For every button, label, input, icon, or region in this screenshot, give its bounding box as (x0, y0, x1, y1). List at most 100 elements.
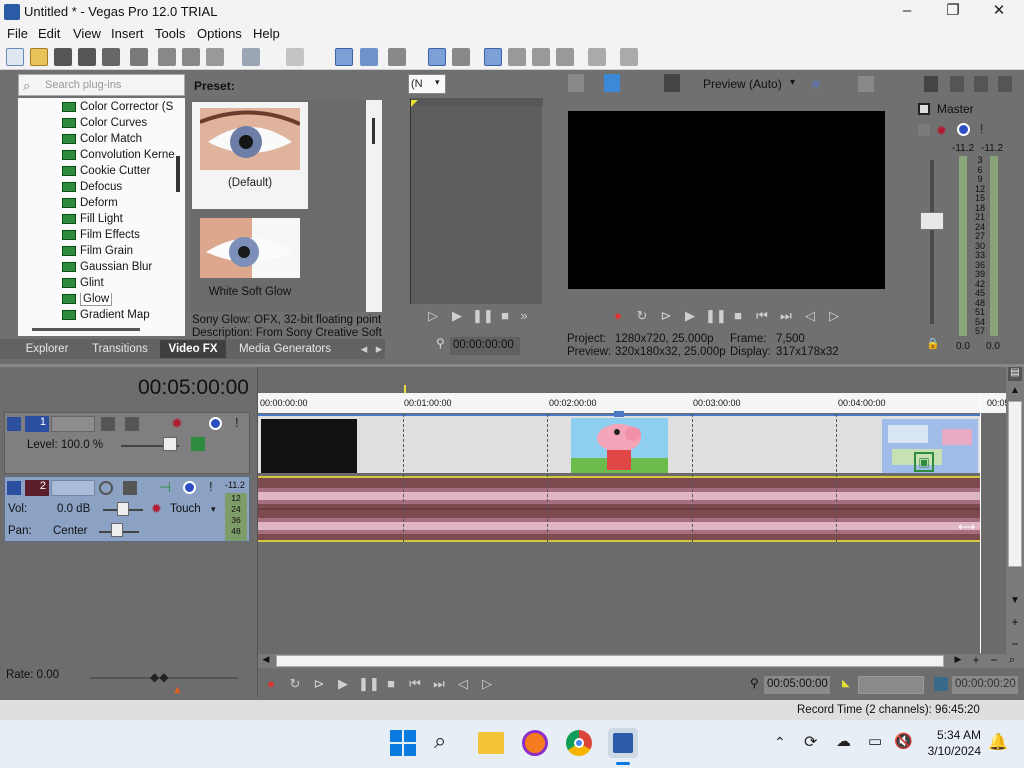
plugin-item[interactable]: Film Grain (62, 245, 178, 261)
record-icon[interactable]: ● (609, 308, 627, 324)
preset-scroll-thumb[interactable] (372, 118, 375, 144)
copy-icon[interactable] (182, 48, 200, 66)
tab-video-fx[interactable]: Video FX (160, 340, 226, 358)
scroll-left-icon[interactable]: ◀ (260, 654, 272, 668)
track-expand-icon[interactable] (7, 417, 21, 431)
save-as-icon[interactable] (78, 48, 96, 66)
zoom-out-time-icon[interactable]: − (988, 654, 1000, 668)
plugin-item[interactable]: Color Corrector (S (62, 101, 178, 117)
zoom-tool-icon[interactable]: ⌕ (1006, 654, 1018, 668)
video-track-header[interactable]: 1 ✹ ! Level: 100.0 % (4, 412, 250, 474)
trimmer-more-icon[interactable]: » (515, 308, 533, 324)
loop-icon[interactable]: ↻ (633, 308, 651, 324)
previous-frame-icon[interactable]: ◁ (801, 308, 819, 324)
menu-insert[interactable]: Insert (111, 26, 144, 41)
preset-tile-white-soft-glow[interactable]: White Soft Glow (192, 212, 308, 308)
preview-properties-icon[interactable] (568, 74, 584, 92)
track-fx-icon[interactable]: ⊣ (159, 479, 171, 496)
time-ruler[interactable] (258, 393, 1006, 413)
plugin-item[interactable]: Deform (62, 197, 178, 213)
trimmer-dropdown[interactable]: (N ▾ (408, 74, 446, 94)
ignore-grouping-icon[interactable] (532, 48, 550, 66)
compositing-mode-icon[interactable] (101, 417, 115, 431)
trimmer-view[interactable] (410, 98, 543, 304)
file-explorer-icon[interactable] (478, 732, 504, 754)
level-slider-handle[interactable] (163, 437, 177, 451)
arm-record-icon[interactable] (99, 481, 113, 495)
show-hidden-icons-icon[interactable]: ⌃ (774, 734, 786, 751)
fade-handle[interactable] (614, 411, 624, 417)
stop-icon[interactable]: ■ (382, 676, 400, 692)
menu-options[interactable]: Options (197, 26, 242, 41)
scroll-right-icon[interactable]: ▶ (952, 654, 964, 668)
rate-slider-handle[interactable]: ◆◆ (150, 670, 168, 684)
plugin-item[interactable]: Fill Light (62, 213, 178, 229)
search-icon[interactable]: ⌕ (434, 728, 446, 754)
plugin-item[interactable]: Glint (62, 277, 178, 293)
save-icon[interactable] (54, 48, 72, 66)
master-bus-icon[interactable] (924, 76, 938, 92)
taskbar-date[interactable]: 3/10/2024 (917, 744, 981, 758)
sync-icon[interactable]: ⟳ (804, 732, 817, 752)
plugin-manager-icon[interactable] (588, 48, 606, 66)
timeline-horizontal-scrollbar[interactable]: ◀ ▶ + − ⌕ (258, 654, 1024, 668)
properties-icon[interactable] (102, 48, 120, 66)
next-frame-icon[interactable]: ▷ (478, 676, 496, 692)
preset-tile-default[interactable]: (Default) (192, 102, 308, 209)
copy-snapshot-icon[interactable] (858, 76, 874, 92)
cloud-icon[interactable]: ☁ (836, 732, 851, 750)
notification-bell-icon[interactable]: 🔔 (988, 732, 1008, 752)
make-compositing-child-icon[interactable] (125, 417, 139, 431)
track-name-field[interactable] (51, 480, 95, 496)
track-name-field[interactable] (51, 416, 95, 432)
master-fx-icon[interactable]: ✹ (936, 123, 947, 139)
render-icon[interactable] (130, 48, 148, 66)
master-solo-icon[interactable]: ! (980, 122, 983, 136)
volume-muted-icon[interactable]: 🔇 (894, 732, 913, 750)
play-icon[interactable]: ▶ (334, 676, 352, 692)
track-expand-icon[interactable] (7, 481, 21, 495)
go-to-end-icon[interactable]: ⏭ (777, 308, 795, 324)
tab-media-generators[interactable]: Media Generators (232, 340, 338, 358)
track-solo-icon[interactable]: ! (209, 479, 213, 494)
audio-event[interactable] (258, 476, 980, 542)
envelope-tool-icon[interactable] (360, 48, 378, 66)
track-solo-icon[interactable]: ! (235, 415, 239, 430)
selection-end-time[interactable]: 00:05:00:00 (764, 676, 830, 694)
plugin-item[interactable]: Defocus (62, 181, 178, 197)
taskbar-time[interactable]: 5:34 AM (925, 728, 981, 742)
tab-scroll-right-icon[interactable]: ▸ (370, 341, 388, 357)
scroll-down-icon[interactable]: ▼ (1008, 595, 1022, 609)
track-motion-icon[interactable] (191, 437, 205, 451)
trimmer-pause-icon[interactable]: ❚❚ (472, 308, 494, 324)
plugin-item-selected[interactable]: Glow (62, 293, 178, 309)
track-fx-icon[interactable]: ✹ (171, 415, 183, 432)
external-monitor-icon[interactable] (604, 74, 620, 92)
maximize-button[interactable]: ❐ (930, 0, 976, 24)
plugin-item[interactable]: Film Effects (62, 229, 178, 245)
menu-view[interactable]: View (73, 26, 101, 41)
play-from-start-icon[interactable]: ⊳ (657, 308, 675, 324)
chrome-icon[interactable] (566, 730, 592, 756)
whats-this-help-icon[interactable] (620, 48, 638, 66)
tab-transitions[interactable]: Transitions (85, 340, 155, 358)
new-project-icon[interactable] (6, 48, 24, 66)
auto-crossfade-icon[interactable] (508, 48, 526, 66)
plugin-item[interactable]: Gradient Map (62, 309, 178, 321)
pause-icon[interactable]: ❚❚ (705, 308, 727, 324)
vertical-scroll-thumb[interactable] (1008, 401, 1022, 567)
stop-icon[interactable]: ■ (729, 308, 747, 324)
dim-output-icon[interactable] (974, 76, 988, 92)
master-mute-icon[interactable] (957, 123, 970, 136)
event-pan-crop-icon[interactable] (556, 48, 574, 66)
redo-icon[interactable] (286, 48, 304, 66)
preview-fx-icon[interactable] (664, 74, 680, 92)
selection-start-time[interactable] (858, 676, 924, 694)
vegas-taskbar-button[interactable] (608, 728, 638, 758)
paste-icon[interactable] (206, 48, 224, 66)
plugin-item[interactable]: Cookie Cutter (62, 165, 178, 181)
network-icon[interactable]: ▭ (868, 732, 882, 750)
master-fx-bypass-icon[interactable] (918, 124, 930, 136)
loop-icon[interactable]: ↻ (286, 676, 304, 692)
marker-bar[interactable] (258, 367, 1006, 393)
